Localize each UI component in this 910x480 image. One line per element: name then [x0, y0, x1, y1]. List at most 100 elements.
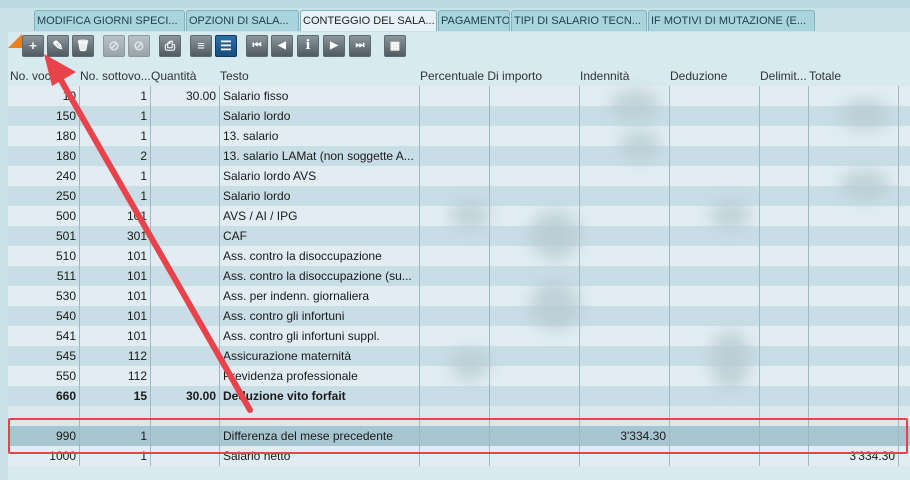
table-row[interactable]: 501 301 CAF — [8, 226, 910, 246]
cell-no-sottovoce: 101 — [80, 266, 151, 286]
header-percentuale[interactable]: Percentuale Di importo — [420, 66, 580, 86]
cell-importo — [490, 126, 580, 146]
header-no-voce[interactable]: No. voce — [10, 66, 78, 86]
cell-indennita — [580, 366, 670, 386]
cell-percentuale — [420, 106, 490, 126]
cell-no-sottovoce: 1 — [80, 186, 151, 206]
cell-totale — [809, 266, 899, 286]
cell-deduzione — [670, 266, 760, 286]
tab-1[interactable]: OPZIONI DI SALA... — [186, 10, 299, 31]
top-strip — [0, 0, 910, 8]
cell-indennita — [580, 166, 670, 186]
next-record-button[interactable]: ▶ — [323, 35, 345, 57]
tab-0[interactable]: MODIFICA GIORNI SPECI... — [34, 10, 185, 31]
cell-totale — [809, 206, 899, 226]
cancel-icon: ⊘ — [133, 38, 145, 53]
table-row[interactable]: 10 1 30.00 Salario fisso — [8, 86, 910, 106]
pencil-icon: ✎ — [52, 38, 64, 53]
tab-2[interactable]: CONTEGGIO DEL SALA... — [300, 10, 437, 31]
tab-4[interactable]: TIPI DI SALARIO TECN... — [511, 10, 647, 31]
cell-no-voce: 545 — [8, 346, 80, 366]
info-icon: i — [305, 38, 311, 53]
first-record-button[interactable]: ⏮ — [246, 35, 268, 57]
table-row[interactable]: 530 101 Ass. per indenn. giornaliera — [8, 286, 910, 306]
cell-no-sottovoce: 101 — [80, 286, 151, 306]
calculator-button[interactable]: ▦ — [384, 35, 406, 57]
table-row[interactable]: 540 101 Ass. contro gli infortuni — [8, 306, 910, 326]
cell-importo — [490, 166, 580, 186]
cell-totale — [809, 366, 899, 386]
cell-testo: Previdenza professionale — [220, 366, 420, 386]
plus-icon: + — [29, 38, 37, 53]
next-icon: ▶ — [330, 40, 338, 51]
cell-indennita — [580, 386, 670, 406]
cell-no-sottovoce: 101 — [80, 246, 151, 266]
cell-totale — [809, 346, 899, 366]
last-record-button[interactable]: ⏭ — [349, 35, 371, 57]
cell-deduzione — [670, 86, 760, 106]
cell-delimit — [760, 146, 809, 166]
cell-deduzione — [670, 286, 760, 306]
tab-3[interactable]: PAGAMENTO — [438, 10, 510, 31]
add-button[interactable]: + — [22, 35, 44, 57]
table-row[interactable]: 541 101 Ass. contro gli infortuni suppl. — [8, 326, 910, 346]
cell-indennita — [580, 206, 670, 226]
table-row[interactable]: 660 15 30.00 Deduzione vito forfait — [8, 386, 910, 406]
cell-totale — [809, 246, 899, 266]
table-row[interactable]: 150 1 Salario lordo — [8, 106, 910, 126]
print-button[interactable]: ⎙ — [159, 35, 181, 57]
header-deduzione[interactable]: Deduzione — [670, 66, 758, 86]
info-button[interactable]: i — [297, 35, 319, 57]
first-icon: ⏮ — [252, 40, 262, 51]
cell-no-voce: 540 — [8, 306, 80, 326]
delete-button[interactable]: 🗑 — [72, 35, 94, 57]
cell-importo — [490, 326, 580, 346]
corner-marker — [8, 34, 22, 48]
cell-totale — [809, 126, 899, 146]
cell-percentuale — [420, 266, 490, 286]
prev-record-button[interactable]: ◀ — [271, 35, 293, 57]
cell-delimit — [760, 366, 809, 386]
form-icon: ≡ — [197, 38, 205, 53]
table-row[interactable]: 510 101 Ass. contro la disoccupazione — [8, 246, 910, 266]
header-testo[interactable]: Testo — [220, 66, 418, 86]
table-row[interactable]: 240 1 Salario lordo AVS — [8, 166, 910, 186]
form-view-button[interactable]: ≡ — [190, 35, 212, 57]
cell-indennita — [580, 286, 670, 306]
table-row[interactable]: 511 101 Ass. contro la disoccupazione (su.… — [8, 266, 910, 286]
list-view-button[interactable]: ☰ — [215, 35, 237, 57]
cell-totale — [809, 326, 899, 346]
cancel-disabled-button[interactable]: ⊘ — [103, 35, 125, 57]
header-indennita[interactable]: Indennità — [580, 66, 668, 86]
header-no-sottovoce[interactable]: No. sottovo... — [80, 66, 154, 86]
header-delimit[interactable]: Delimit... — [760, 66, 810, 86]
cell-totale — [809, 226, 899, 246]
tab-5[interactable]: IF MOTIVI DI MUTAZIONE (E... — [648, 10, 815, 31]
cell-delimit — [760, 286, 809, 306]
cell-no-sottovoce: 101 — [80, 306, 151, 326]
cell-totale — [809, 306, 899, 326]
cell-totale — [809, 386, 899, 406]
cell-no-voce: 541 — [8, 326, 80, 346]
header-quantita[interactable]: Quantità — [151, 66, 219, 86]
cell-importo — [490, 346, 580, 366]
cell-testo: Salario lordo — [220, 106, 420, 126]
list-icon: ☰ — [220, 38, 232, 53]
cancel-disabled-button-2[interactable]: ⊘ — [128, 35, 150, 57]
header-totale[interactable]: Totale — [809, 66, 899, 86]
cell-quantita — [151, 226, 220, 246]
cell-no-sottovoce: 15 — [80, 386, 151, 406]
cell-no-sottovoce: 101 — [80, 206, 151, 226]
cell-testo: Salario lordo — [220, 186, 420, 206]
cell-no-sottovoce: 101 — [80, 326, 151, 346]
cell-quantita — [151, 186, 220, 206]
table-row[interactable]: 180 2 13. salario LAMat (non soggette A... — [8, 146, 910, 166]
cell-delimit — [760, 86, 809, 106]
cell-no-voce: 250 — [8, 186, 80, 206]
table-row[interactable]: 180 1 13. salario — [8, 126, 910, 146]
edit-button[interactable]: ✎ — [47, 35, 69, 57]
cell-indennita — [580, 186, 670, 206]
cell-no-voce: 660 — [8, 386, 80, 406]
cell-delimit — [760, 246, 809, 266]
cell-indennita — [580, 226, 670, 246]
